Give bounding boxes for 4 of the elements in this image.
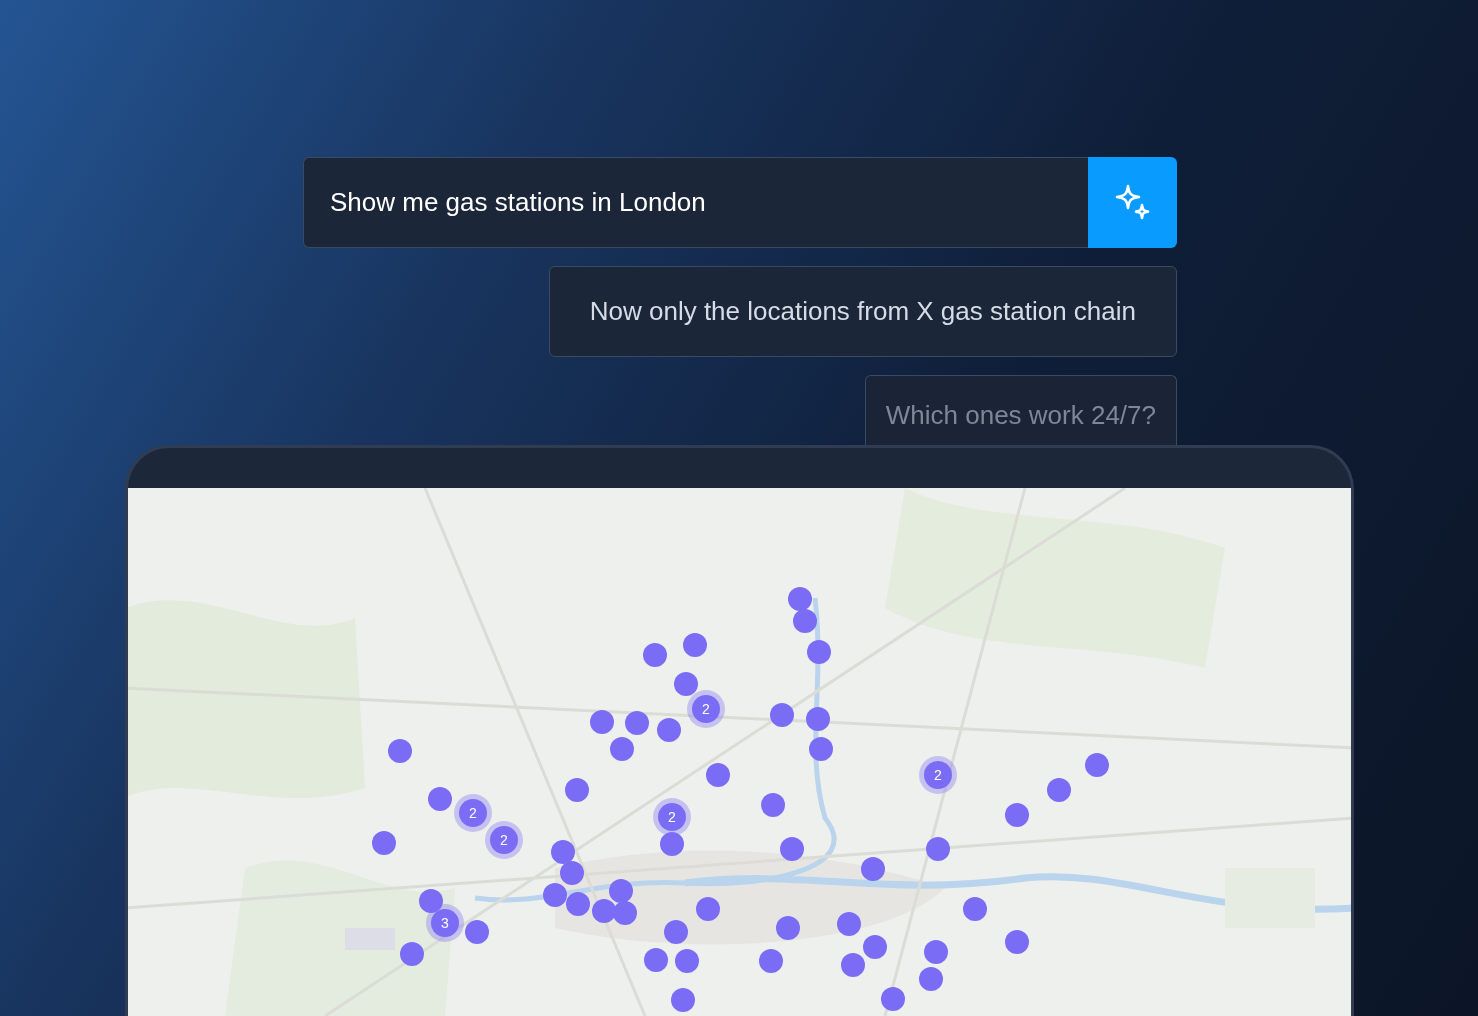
- suggestion-prompt[interactable]: Which ones work 24/7?: [864, 375, 1177, 445]
- prompt-input[interactable]: Show me gas stations in London: [303, 157, 1088, 248]
- generate-button[interactable]: [1088, 157, 1177, 248]
- suggestion-prompt[interactable]: Now only the locations from X gas station chain: [548, 266, 1177, 357]
